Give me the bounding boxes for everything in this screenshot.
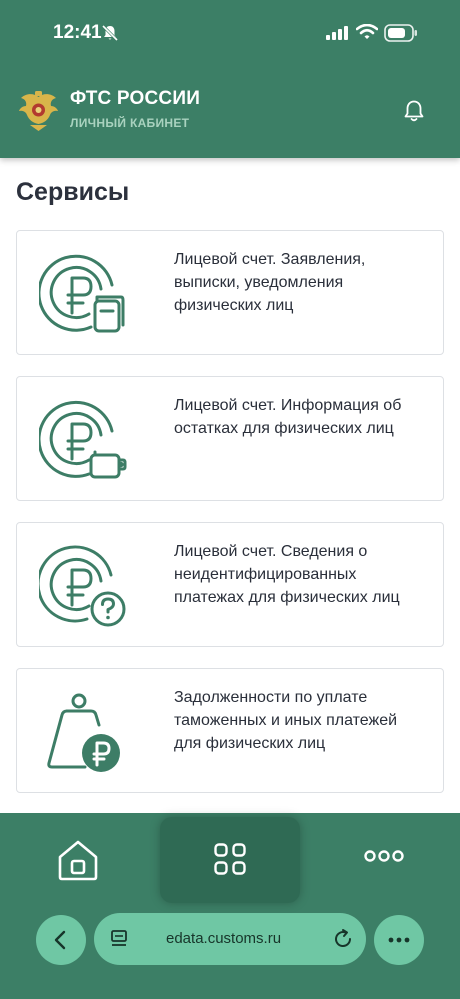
wifi-icon [355,23,379,45]
chevron-left-icon [54,930,66,950]
service-card-debts[interactable]: Задолженности по уплате таможенных и ины… [16,668,444,793]
ruble-coin-question-icon [36,541,129,629]
ruble-weight-icon [39,687,129,775]
service-card-unidentified-payments[interactable]: Лицевой счет. Сведения о неидентифициров… [16,522,444,647]
bell-muted-icon [101,24,119,47]
status-bar: 12:41 [0,0,460,66]
app-title: ФТС РОССИИ [70,88,201,109]
service-card-balances[interactable]: Лицевой счет. Информация об остатках для… [16,376,444,501]
card-label: Лицевой счет. Сведения о неидентифициров… [174,543,400,606]
top-header-bar: 12:41 ФТС РОССИИ ЛИЧНЫЙ КАБИНЕТ [0,0,460,158]
card-label: Лицевой счет. Заявления, выписки, уведом… [174,251,366,314]
app-subtitle: ЛИЧНЫЙ КАБИНЕТ [70,116,190,130]
page-title: Сервисы [16,178,130,206]
page-settings-icon[interactable] [110,929,130,954]
card-label: Лицевой счет. Информация об остатках для… [174,397,402,437]
more-dots-icon[interactable] [364,849,404,863]
card-label: Задолженности по уплате таможенных и ины… [174,689,398,752]
notifications-bell-icon[interactable] [401,98,427,129]
ruble-coin-document-icon [37,249,129,337]
ellipsis-icon [388,937,410,943]
url-text: edata.customs.ru [166,930,282,947]
services-grid-icon[interactable] [160,817,300,903]
fts-emblem-logo [17,89,60,133]
address-bar[interactable]: edata.customs.ru [94,913,366,965]
bottom-navigation [0,813,460,999]
status-time: 12:41 [53,22,102,43]
home-icon[interactable] [55,837,101,883]
browser-menu-button[interactable] [374,915,424,965]
browser-back-button[interactable] [36,915,86,965]
ruble-coin-wallet-icon [37,395,129,483]
service-card-statements[interactable]: Лицевой счет. Заявления, выписки, уведом… [16,230,444,355]
reload-icon[interactable] [332,928,354,955]
battery-icon [384,24,418,47]
cellular-signal-icon [326,26,350,45]
